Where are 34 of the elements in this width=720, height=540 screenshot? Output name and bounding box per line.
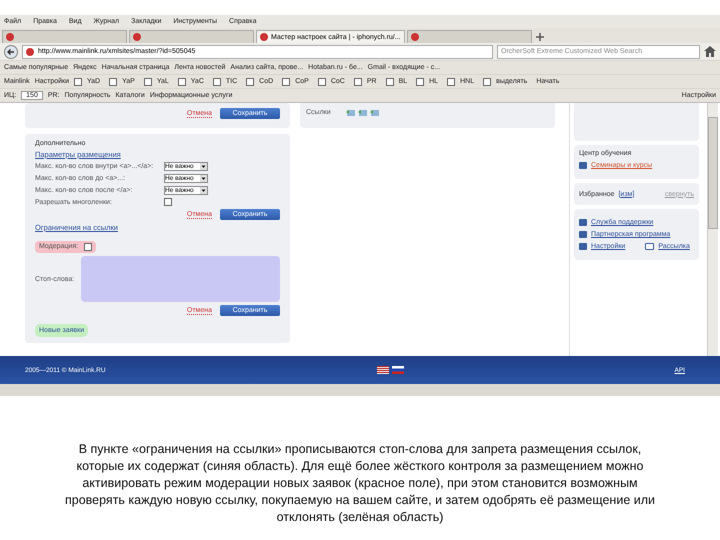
new-tab-button[interactable] (534, 31, 546, 43)
stopwords-field[interactable] (80, 256, 280, 302)
favicon-icon (410, 33, 419, 41)
favicon-icon (26, 48, 34, 56)
checkbox[interactable] (483, 78, 492, 86)
checkbox[interactable] (178, 78, 186, 86)
checkbox[interactable] (354, 78, 362, 86)
checkbox[interactable] (246, 78, 254, 86)
checkbox[interactable] (282, 78, 290, 86)
link-icons-drawing[interactable] (346, 108, 382, 117)
checkbox[interactable] (416, 78, 424, 86)
language-flags-drawing[interactable] (376, 366, 404, 374)
dropdown-arrow-icon (200, 163, 207, 170)
back-icon[interactable] (4, 44, 18, 58)
dropdown-arrow-icon (200, 187, 207, 194)
checkbox[interactable] (318, 78, 326, 86)
checkbox[interactable] (164, 198, 172, 206)
checkbox[interactable] (386, 78, 394, 86)
favicon-icon (6, 33, 14, 41)
checkbox[interactable] (109, 78, 118, 86)
favicon-icon (260, 33, 268, 41)
checkbox[interactable] (144, 78, 152, 86)
checkbox[interactable] (74, 78, 82, 86)
checkbox[interactable] (212, 78, 221, 86)
slide-caption: В пункте «ограничения на ссылки» прописываются стоп-слова для запрета размещения ссылок, которые их содержат (синяя область). Для ещё более жёсткого контроля за размещением можно активировать режим модерации новых заявок (красное поле), при этом становится возможным проверять каждую новую ссылку, покупаемую на вашем сайте, и затем одобрять её размещение или отклонять (зелёная область) (64, 441, 656, 526)
home-icon[interactable] (704, 46, 716, 57)
checkbox[interactable] (447, 78, 456, 86)
checkbox[interactable] (84, 242, 92, 250)
dropdown-arrow-icon (200, 175, 207, 182)
browser-tab[interactable] (129, 30, 254, 43)
favicon-icon (133, 33, 141, 41)
browser-tab[interactable] (406, 30, 532, 43)
envelope-icon (645, 243, 654, 250)
scrollbar[interactable] (707, 103, 718, 356)
